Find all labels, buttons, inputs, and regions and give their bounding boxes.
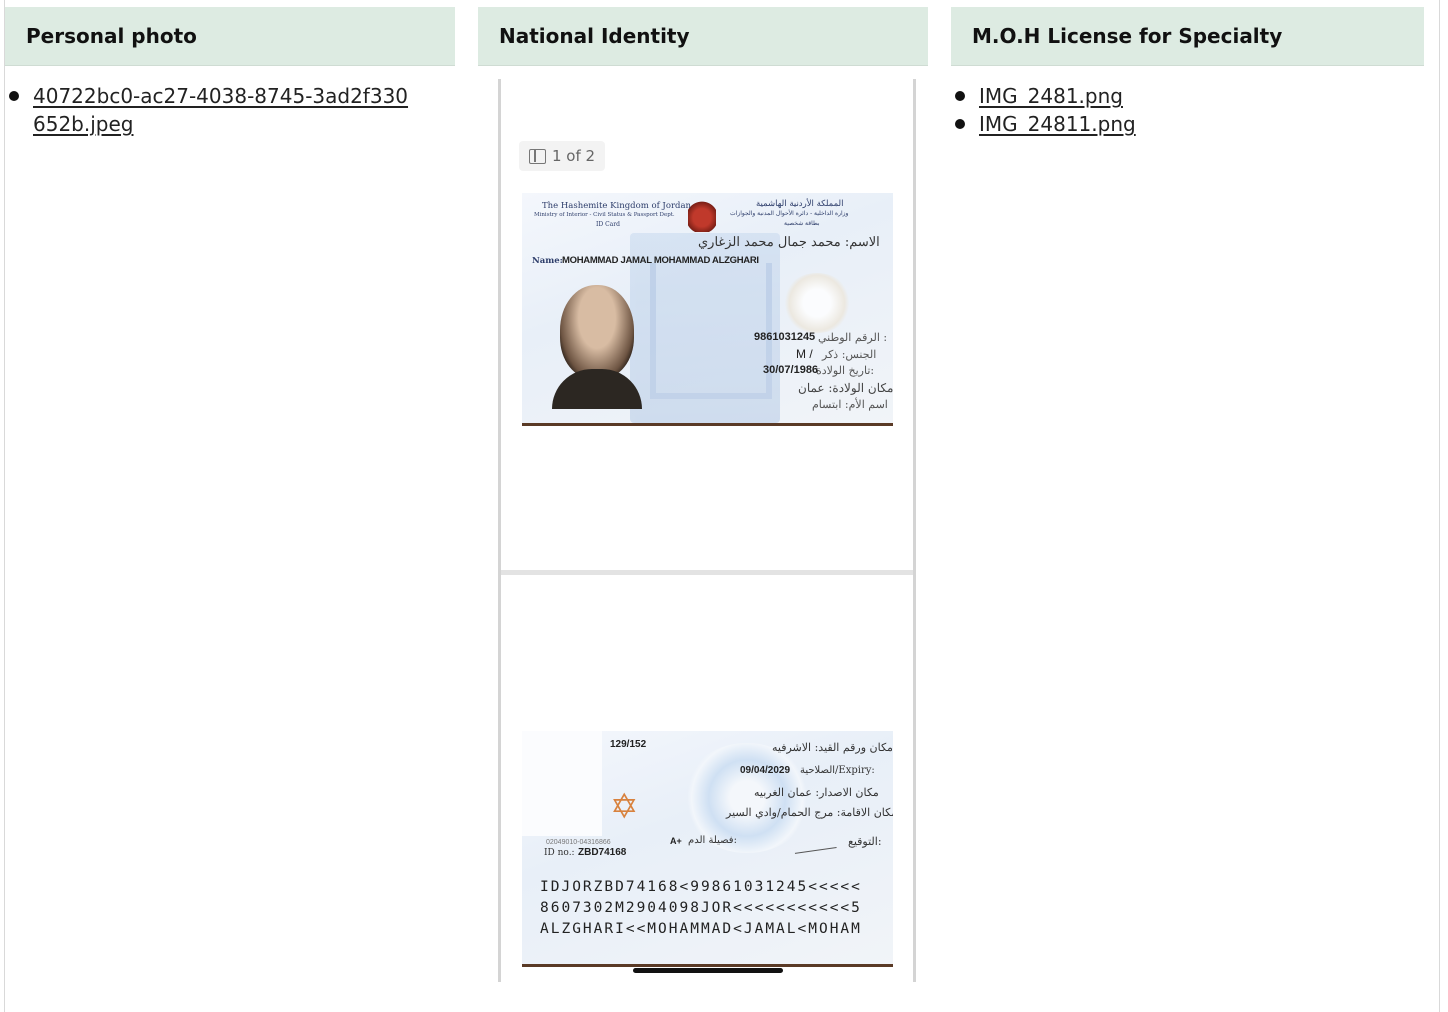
column-national-identity: National Identity — [478, 7, 928, 66]
document-viewer[interactable]: 1 of 2 The Hashemite Kingdom of Jordan M… — [498, 79, 916, 982]
jordan-star-icon: ✡ — [610, 787, 639, 827]
registration-place: مكان ورقم القيد: الاشرفيه — [772, 741, 893, 754]
name-label: Name: — [532, 256, 563, 266]
file-list: 40722bc0-ac27-4038-8745-3ad2f330652b.jpe… — [5, 82, 455, 138]
viewer-page-1: 1 of 2 The Hashemite Kingdom of Jordan M… — [501, 79, 913, 575]
expiry-value: 09/04/2029 — [740, 765, 791, 776]
id-holder-photo — [552, 281, 642, 409]
signature-label: التوقيع: — [848, 835, 882, 848]
file-link[interactable]: 40722bc0-ac27-4038-8745-3ad2f330652b.jpe… — [33, 84, 408, 136]
registration-number: 129/152 — [610, 739, 647, 750]
header-ar-1: المملكة الأردنية الهاشمية — [756, 199, 844, 209]
blood-label: فصيلة الدم: — [688, 835, 737, 846]
photo-face — [560, 285, 634, 379]
sidebar-toggle-icon — [529, 148, 546, 164]
column-header: National Identity — [478, 7, 928, 66]
mother-name: اسم الأم: ابتسام — [812, 398, 888, 411]
column-personal-photo: Personal photo 40722bc0-ac27-4038-8745-3… — [5, 7, 455, 138]
signature-mark — [793, 836, 837, 854]
mrz-zone: IDJORZBD74168<99861031245<<<<< 8607302M2… — [540, 877, 862, 940]
header-ar-2: وزارة الداخلية - دائرة الأحوال المدنية و… — [730, 210, 849, 217]
id-no-label: ID no.: — [544, 848, 575, 858]
sex-label: الجنس: ذكر — [822, 348, 877, 361]
blood-value: A+ — [670, 836, 682, 846]
column-moh-license: M.O.H License for Specialty IMG_2481.png… — [951, 7, 1424, 138]
header-en-2: Ministry of Interior - Civil Status & Pa… — [534, 212, 675, 218]
birth-place: مكان الولادة: عمان — [798, 381, 893, 395]
expiry-label: الصلاحية/Expiry: — [800, 765, 875, 776]
file-link[interactable]: IMG_2481.png — [979, 84, 1123, 108]
list-item: 40722bc0-ac27-4038-8745-3ad2f330652b.jpe… — [9, 82, 413, 138]
residence: مكان الاقامة: مرج الحمام/وادي السير — [726, 806, 893, 819]
hologram-watermark — [782, 273, 852, 333]
sex-value: M / — [796, 347, 813, 361]
mrz-line: IDJORZBD74168<99861031245<<<<< — [540, 879, 862, 895]
list-item: IMG_24811.png — [955, 110, 1424, 138]
id-no-value: ZBD74168 — [578, 847, 627, 858]
list-item: IMG_2481.png — [955, 82, 1424, 110]
dob-label: تاريخ الولادة: — [816, 364, 875, 377]
file-link[interactable]: IMG_24811.png — [979, 112, 1136, 136]
blank-photo-area — [522, 731, 602, 836]
header-en-1: The Hashemite Kingdom of Jordan — [542, 201, 691, 211]
header-ar-3: بطاقة شخصية — [784, 220, 820, 227]
page-indicator-label: 1 of 2 — [552, 147, 596, 165]
column-header: M.O.H License for Specialty — [951, 7, 1424, 66]
name-english: MOHAMMAD JAMAL MOHAMMAD ALZGHARI — [562, 255, 759, 266]
home-indicator-bar — [633, 968, 783, 973]
file-list: IMG_2481.png IMG_24811.png — [951, 82, 1424, 138]
national-no: 9861031245 — [754, 331, 816, 343]
mrz-line: 8607302M2904098JOR<<<<<<<<<<<5 — [540, 900, 862, 916]
dob-value: 30/07/1986 — [763, 364, 819, 376]
id-card-front-image: The Hashemite Kingdom of Jordan Ministry… — [522, 193, 893, 426]
mrz-line: ALZGHARI<<MOHAMMAD<JAMAL<MOHAM — [540, 921, 862, 937]
page-indicator[interactable]: 1 of 2 — [519, 141, 606, 171]
national-no-label: الرقم الوطني : — [818, 331, 888, 344]
serial-number: 02049010-04316866 — [546, 839, 611, 846]
issue-place: مكان الاصدار: عمان الغربيه — [754, 786, 879, 799]
photo-shoulders — [552, 369, 642, 409]
header-en-3: ID Card — [596, 221, 620, 228]
jordan-emblem-icon — [688, 200, 716, 232]
id-card-back-image: ✡ 129/152 مكان ورقم القيد: الاشرفيه الصل… — [522, 731, 893, 967]
name-arabic: الاسم: محمد جمال محمد الزغاري — [698, 235, 880, 250]
column-header: Personal photo — [5, 7, 455, 66]
